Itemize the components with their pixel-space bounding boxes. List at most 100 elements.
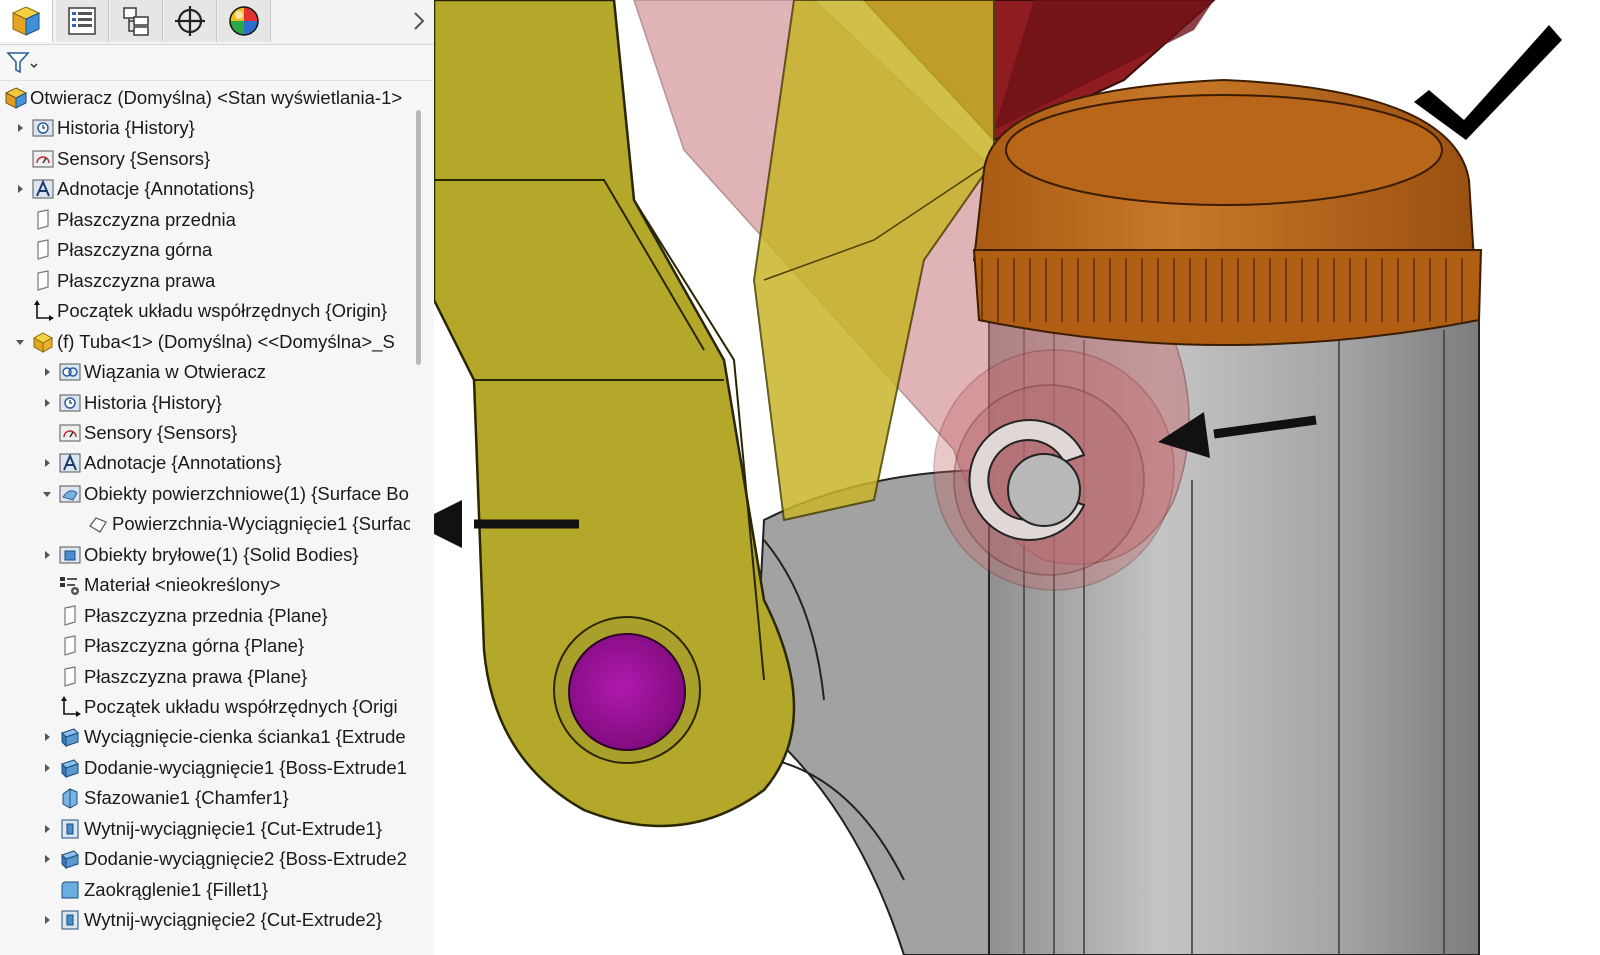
- expand-right-icon[interactable]: [13, 180, 27, 198]
- tree-item[interactable]: Sensory {Sensors}: [0, 144, 410, 174]
- expand-right-icon[interactable]: [40, 728, 54, 746]
- graphics-viewport[interactable]: [434, 0, 1600, 955]
- tree-item[interactable]: Płaszczyzna przednia {Plane}: [0, 601, 410, 631]
- tree-item[interactable]: Otwieracz (Domyślna) <Stan wyświetlania-…: [0, 83, 410, 113]
- tree-item[interactable]: Zaokrąglenie1 {Fillet1}: [0, 875, 410, 905]
- expand-right-icon[interactable]: [40, 454, 54, 472]
- tree-item-label: Wyciągnięcie-cienka ścianka1 {Extrude: [84, 726, 406, 748]
- extrude-thin-icon: [58, 725, 82, 749]
- tree-item[interactable]: Płaszczyzna górna: [0, 235, 410, 265]
- tree-item-label: Wytnij-wyciągnięcie1 {Cut-Extrude1}: [84, 817, 383, 839]
- expand-down-icon[interactable]: [40, 485, 54, 503]
- cut-extrude-icon: [58, 817, 82, 841]
- tree-item-label: Płaszczyzna prawa: [57, 269, 216, 291]
- boss-extrude-icon: [58, 847, 82, 871]
- tree-item[interactable]: Wytnij-wyciągnięcie2 {Cut-Extrude2}: [0, 905, 410, 935]
- tree-item-label: Obiekty powierzchniowe(1) {Surface Bo: [84, 482, 409, 504]
- origin-icon: [58, 695, 82, 719]
- plane-icon: [58, 604, 82, 628]
- tab-configuration-manager[interactable]: [110, 0, 163, 42]
- tree-item[interactable]: Wytnij-wyciągnięcie1 {Cut-Extrude1}: [0, 814, 410, 844]
- pin-head: [1007, 453, 1081, 527]
- expand-right-icon[interactable]: [40, 911, 54, 929]
- annotation-icon: [58, 451, 82, 475]
- tree-item-label: Historia {History}: [84, 391, 222, 413]
- part-icon: [31, 330, 55, 354]
- tree-item[interactable]: Dodanie-wyciągnięcie1 {Boss-Extrude1: [0, 753, 410, 783]
- tree-item-label: Obiekty bryłowe(1) {Solid Bodies}: [84, 543, 359, 565]
- tree-item[interactable]: Początek układu współrzędnych {Origin}: [0, 296, 410, 326]
- tree-item-label: Płaszczyzna przednia: [57, 208, 236, 230]
- tree-item-label: Wytnij-wyciągnięcie2 {Cut-Extrude2}: [84, 909, 383, 931]
- tree-item-label: Sensory {Sensors}: [84, 421, 238, 443]
- tab-dimxpert[interactable]: [164, 0, 217, 42]
- tree-item[interactable]: Płaszczyzna przednia: [0, 205, 410, 235]
- filter-bar: [0, 46, 432, 81]
- tree-item[interactable]: Sfazowanie1 {Chamfer1}: [0, 783, 410, 813]
- part-cube-icon: [11, 6, 41, 36]
- expand-right-icon[interactable]: [40, 546, 54, 564]
- boss-extrude-icon: [58, 756, 82, 780]
- tree-item-label: Zaokrąglenie1 {Fillet1}: [84, 878, 269, 900]
- tree-item[interactable]: Płaszczyzna prawa: [0, 266, 410, 296]
- chevron-right-icon: [414, 12, 425, 30]
- tree-item[interactable]: Powierzchnia-Wyciągnięcie1 {Surfac: [0, 509, 410, 539]
- tree-item-label: (f) Tuba<1> (Domyślna) <<Domyślna>_S: [57, 330, 395, 352]
- tree-item[interactable]: Początek układu współrzędnych {Origi: [0, 692, 410, 722]
- tab-feature-manager[interactable]: [0, 0, 53, 42]
- tabs-expand-button[interactable]: [410, 8, 428, 34]
- expand-right-icon[interactable]: [40, 820, 54, 838]
- expand-right-icon[interactable]: [40, 850, 54, 868]
- expand-right-icon[interactable]: [40, 394, 54, 412]
- tree-item[interactable]: Adnotacje {Annotations}: [0, 174, 410, 204]
- tree-item[interactable]: Obiekty bryłowe(1) {Solid Bodies}: [0, 540, 410, 570]
- tab-property-manager[interactable]: [56, 0, 109, 42]
- cap-knurled-rim: [972, 249, 1483, 346]
- filter-icon[interactable]: [6, 50, 40, 76]
- annotation-icon: [31, 177, 55, 201]
- chamfer-icon: [58, 786, 82, 810]
- expand-right-icon[interactable]: [13, 119, 27, 137]
- tree-scrollbar[interactable]: [416, 110, 421, 365]
- tree-item-label: Początek układu współrzędnych {Origi: [84, 696, 398, 717]
- tree-item-label: Sensory {Sensors}: [57, 147, 211, 169]
- tree-item[interactable]: Adnotacje {Annotations}: [0, 448, 410, 478]
- tree-item[interactable]: Wyciągnięcie-cienka ścianka1 {Extrude: [0, 722, 410, 752]
- display-manager-sphere-icon: [229, 6, 259, 36]
- cut-extrude-icon: [58, 908, 82, 932]
- tree-item[interactable]: (f) Tuba<1> (Domyślna) <<Domyślna>_S: [0, 327, 410, 357]
- magenta-pin: [568, 633, 686, 751]
- tree-item[interactable]: Materiał <nieokreślony>: [0, 570, 410, 600]
- plane-icon: [31, 208, 55, 232]
- expand-right-icon[interactable]: [40, 363, 54, 381]
- tree-item[interactable]: Historia {History}: [0, 113, 410, 143]
- model-3d-view[interactable]: [434, 0, 1600, 955]
- plane-icon: [31, 238, 55, 262]
- tree-item[interactable]: Płaszczyzna prawa {Plane}: [0, 662, 410, 692]
- origin-icon: [31, 299, 55, 323]
- tree-item-label: Początek układu współrzędnych {Origin}: [57, 300, 388, 322]
- mates-icon: [58, 360, 82, 384]
- tree-item[interactable]: Dodanie-wyciągnięcie2 {Boss-Extrude2: [0, 844, 410, 874]
- plane-icon: [58, 665, 82, 689]
- expand-right-icon[interactable]: [40, 759, 54, 777]
- tree-item-label: Dodanie-wyciągnięcie1 {Boss-Extrude1: [84, 756, 407, 778]
- history-icon: [31, 116, 55, 140]
- tree-item[interactable]: Sensory {Sensors}: [0, 418, 410, 448]
- plane-icon: [31, 269, 55, 293]
- surface-extrude-icon: [86, 512, 110, 536]
- checkmark-icon[interactable]: [1414, 25, 1562, 140]
- tab-display-manager[interactable]: [218, 0, 271, 42]
- sensor-icon: [58, 421, 82, 445]
- tree-item-label: Historia {History}: [57, 117, 195, 139]
- tree-item[interactable]: Obiekty powierzchniowe(1) {Surface Bo: [0, 479, 410, 509]
- tree-item-label: Wiązania w Otwieracz: [84, 361, 266, 383]
- tree-item-label: Otwieracz (Domyślna) <Stan wyświetlania-…: [30, 87, 403, 108]
- sensor-icon: [31, 147, 55, 171]
- tree-item[interactable]: Wiązania w Otwieracz: [0, 357, 410, 387]
- tree-item[interactable]: Historia {History}: [0, 388, 410, 418]
- tree-item-label: Dodanie-wyciągnięcie2 {Boss-Extrude2: [84, 848, 407, 870]
- expand-down-icon[interactable]: [13, 333, 27, 351]
- tree-item-label: Płaszczyzna prawa {Plane}: [84, 665, 308, 687]
- tree-item[interactable]: Płaszczyzna górna {Plane}: [0, 631, 410, 661]
